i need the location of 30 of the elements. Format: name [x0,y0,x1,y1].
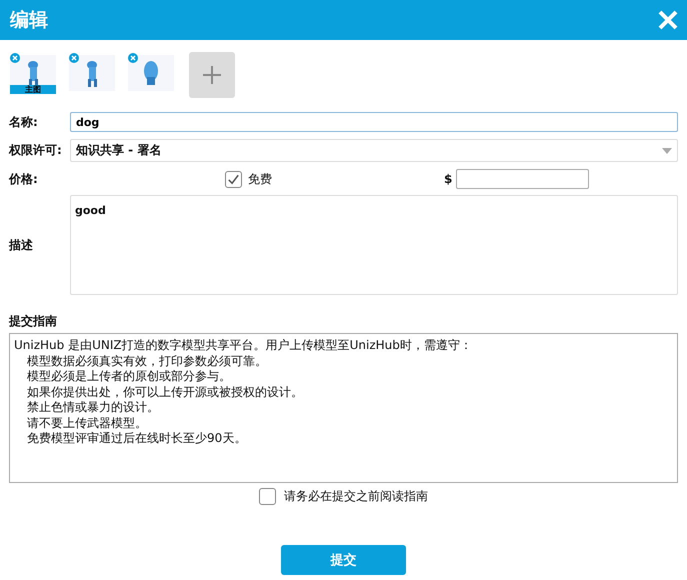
guide-line: 如果你提供出处，你可以上传开源或被授权的设计。 [27,384,303,398]
guide-line: 模型数据必须真实有效，打印参数必须可靠。 [27,354,267,368]
price-field[interactable] [456,169,589,189]
guide-line: 请不要上传武器模型。 [27,416,147,430]
currency-label: $ [444,172,454,186]
license-dropdown[interactable]: 知识共享 - 署名 [70,139,678,162]
remove-icon[interactable] [128,53,138,63]
add-image-button[interactable] [189,52,235,98]
window-title: 编辑 [10,8,48,33]
main-image-label: 主图 [10,85,56,94]
agree-label: 请务必在提交之前阅读指南 [284,488,428,505]
name-field[interactable]: dog [70,112,678,132]
guide-line: 禁止色情或暴力的设计。 [27,400,159,414]
free-checkbox[interactable] [225,170,242,188]
remove-icon[interactable] [10,53,20,63]
section-title: 提交指南 [8,313,58,330]
field-label: 价格: [9,170,39,188]
guide-line: 模型必须是上传者的原创或部分参与。 [27,369,231,383]
caret-icon [662,148,672,154]
field-label: 权限许可: [9,142,63,159]
free-label: 免费 [248,170,272,188]
guide-line: 免费模型评审通过后在线时长至少90天。 [27,431,246,445]
field-label: 名称: [9,114,39,130]
guide-line: UnizHub 是由UNIZ打造的数字模型共享平台。用户上传模型至UnizHub时，需遵守： [14,338,472,352]
agree-checkbox[interactable] [259,488,276,505]
plus-icon [202,65,222,85]
field-label: 描述 [9,236,34,254]
description-field[interactable]: good [70,195,678,295]
remove-icon[interactable] [69,53,79,63]
close-icon[interactable] [657,9,679,31]
